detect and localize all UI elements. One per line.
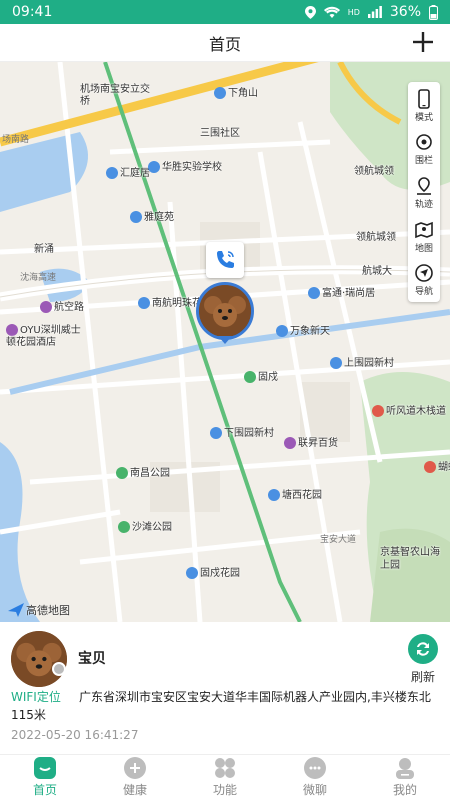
- status-bar: 09:41 HD 36%: [0, 0, 450, 24]
- refresh-button[interactable]: 刷新: [406, 634, 440, 685]
- signal-icon: [367, 6, 382, 18]
- online-status-dot: [52, 662, 66, 676]
- track-label: 轨迹: [414, 199, 433, 210]
- poi-label[interactable]: 蝴蝶: [424, 458, 450, 473]
- poi-label[interactable]: 联昇百货: [284, 434, 338, 449]
- marker-pointer: [218, 336, 232, 344]
- map-label: 地图: [414, 243, 433, 254]
- location-address: 广东省深圳市宝安区宝安大道华丰国际机器人产业园内,丰兴楼东北115米: [11, 690, 431, 722]
- wifi-icon: [323, 6, 340, 18]
- location-timestamp: 2022-05-20 16:41:27: [11, 728, 139, 742]
- poi-label[interactable]: 南航明珠花: [138, 294, 202, 309]
- fence-label: 围栏: [414, 156, 433, 167]
- pet-location-marker[interactable]: [196, 282, 254, 340]
- mode-button[interactable]: 模式: [408, 84, 440, 128]
- mode-label: 模式: [414, 112, 433, 123]
- home-icon: [34, 757, 56, 779]
- plus-icon[interactable]: [408, 27, 438, 57]
- navigation-button[interactable]: 导航: [408, 258, 440, 302]
- profile-icon: [394, 757, 416, 779]
- poi-label[interactable]: 沙滩公园: [118, 518, 172, 533]
- poi-label[interactable]: 下角山: [214, 84, 258, 99]
- status-icons: HD 36%: [304, 4, 438, 20]
- app-header: 首页: [0, 24, 450, 62]
- poi-label[interactable]: 固戍: [244, 368, 278, 383]
- road-label: 宝安大道: [320, 535, 357, 545]
- map-layer-button[interactable]: 地图: [408, 215, 440, 259]
- poi-label[interactable]: 富通·瑞尚居: [308, 284, 375, 299]
- road-label: 沈海高速: [20, 273, 57, 283]
- poi-label[interactable]: 新涌: [34, 240, 54, 255]
- tab-label: 功能: [212, 783, 237, 797]
- chat-icon: [304, 757, 326, 779]
- call-button[interactable]: [206, 242, 244, 278]
- map-view[interactable]: 机场南宝安立交桥 下角山 三围社区 汇庭居 华胜实验学校 领航城领 雅庭苑 新涌…: [0, 62, 450, 622]
- poi-label[interactable]: 航城大: [362, 262, 392, 277]
- page-title: 首页: [208, 34, 241, 54]
- tab-label: 微聊: [302, 783, 327, 797]
- dog-icon: [199, 285, 251, 337]
- amap-logo-icon: [8, 603, 24, 617]
- location-icon: [304, 5, 316, 19]
- tab-functions[interactable]: 功能: [180, 755, 270, 800]
- navigation-icon: [415, 264, 433, 282]
- poi-label[interactable]: 雅庭苑: [130, 208, 174, 223]
- poi-label[interactable]: 京基智农山海上园: [380, 546, 440, 572]
- status-time: 09:41: [12, 4, 53, 20]
- tab-label: 首页: [32, 783, 57, 797]
- pet-name: 宝贝: [78, 651, 106, 667]
- poi-label[interactable]: 固戍花园: [186, 564, 240, 579]
- poi-label[interactable]: 南昌公园: [116, 464, 170, 479]
- tab-label: 健康: [122, 783, 147, 797]
- dog-avatar-icon: [11, 631, 67, 687]
- poi-label[interactable]: 万象新天: [276, 322, 330, 337]
- phone-call-icon: [217, 251, 234, 268]
- map-tool-panel: 模式 围栏 轨迹 地图 导航: [408, 82, 440, 302]
- fence-icon: [416, 134, 432, 151]
- track-icon: [417, 177, 431, 195]
- tab-label: 我的: [392, 783, 417, 797]
- fence-button[interactable]: 围栏: [408, 128, 440, 172]
- tab-profile[interactable]: 我的: [360, 755, 450, 800]
- battery-icon: [429, 4, 438, 20]
- screen: 09:41 HD 36% 首页 机场南宝安立交桥 下角山 三围社区 汇庭居 华胜…: [0, 0, 450, 800]
- tab-chat[interactable]: 微聊: [270, 755, 360, 800]
- map-logo: 高德地图: [8, 602, 70, 618]
- poi-label[interactable]: 塘西花园: [268, 486, 322, 501]
- pet-avatar[interactable]: [11, 631, 67, 687]
- track-button[interactable]: 轨迹: [408, 171, 440, 215]
- bottom-nav: 首页 健康 功能 微聊 我的: [0, 754, 450, 800]
- road-label: 场南路: [2, 135, 30, 145]
- tab-health[interactable]: 健康: [90, 755, 180, 800]
- network-type: HD: [347, 7, 360, 17]
- poi-label[interactable]: 领航城领: [354, 162, 394, 177]
- poi-label[interactable]: 三围社区: [200, 124, 240, 139]
- refresh-label: 刷新: [410, 670, 435, 684]
- poi-label[interactable]: 听风道木栈道: [372, 402, 446, 417]
- location-type: WIFI定位: [11, 690, 61, 704]
- poi-label[interactable]: 上围园新村: [330, 354, 394, 369]
- poi-label[interactable]: 华胜实验学校: [148, 158, 222, 173]
- poi-label[interactable]: 领航城领: [356, 228, 396, 243]
- poi-label[interactable]: 航空路: [40, 298, 84, 313]
- map-icon: [415, 221, 433, 238]
- phone-mode-icon: [418, 88, 430, 109]
- poi-label[interactable]: 汇庭居: [106, 164, 150, 179]
- refresh-icon: [408, 634, 438, 664]
- navigation-label: 导航: [414, 287, 433, 298]
- poi-label[interactable]: 机场南宝安立交桥: [80, 84, 150, 108]
- grid-icon: [214, 757, 236, 779]
- pet-info-panel: 宝贝 刷新 广东省深圳市宝安区宝安大道华丰国际机器人产业园内,丰兴楼东北115米…: [0, 622, 450, 754]
- health-icon: [124, 757, 146, 779]
- poi-label[interactable]: OYU深圳威士顿花园酒店: [6, 324, 90, 349]
- battery-percent: 36%: [389, 4, 421, 20]
- map-logo-text: 高德地图: [26, 604, 70, 617]
- poi-label[interactable]: 下围园新村: [210, 424, 274, 439]
- tab-home[interactable]: 首页: [0, 755, 90, 800]
